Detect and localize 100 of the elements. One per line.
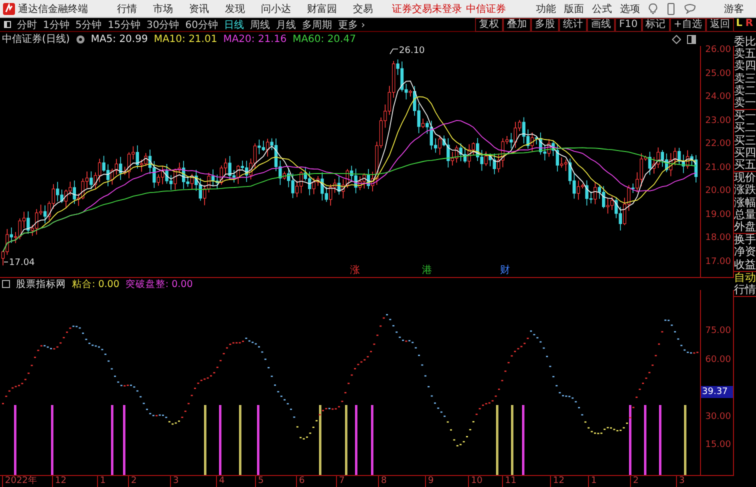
- signal-bar: [644, 405, 646, 475]
- sidebar-tab[interactable]: L: [736, 18, 742, 31]
- signal-bar: [355, 405, 358, 475]
- quote-field-label: 总量: [734, 208, 756, 221]
- event-marker[interactable]: 财: [500, 265, 510, 276]
- quote-field-label: 卖五: [734, 48, 756, 60]
- toolbar-button[interactable]: 统计: [559, 18, 588, 32]
- quote-field-label: 换手: [734, 234, 756, 246]
- date-axis-label: 4: [216, 476, 225, 487]
- quote-field-label: 买五: [734, 159, 756, 172]
- period-tab[interactable]: 1分钟: [43, 18, 70, 32]
- menu-item[interactable]: 发现: [223, 2, 247, 16]
- lightbulb-icon[interactable]: [648, 3, 658, 14]
- signal-bar: [123, 405, 126, 475]
- menu-item[interactable]: 交易: [351, 2, 375, 16]
- quote-field-label: 外盘: [734, 221, 756, 234]
- low-price-label: 17.04: [4, 258, 35, 268]
- toolbar-button[interactable]: 复权: [475, 18, 504, 32]
- date-axis-label: 6: [296, 476, 305, 487]
- menu-item[interactable]: 选项: [620, 2, 640, 16]
- collapse-icon[interactable]: [2, 280, 10, 288]
- quote-field-label: 买四: [734, 146, 756, 159]
- axis-tick-label: 23.00: [705, 116, 731, 126]
- diamond-icon[interactable]: [672, 34, 681, 44]
- signal-bar: [219, 405, 222, 475]
- date-axis-label: 2022年: [2, 476, 37, 487]
- period-tab[interactable]: 15分钟: [108, 18, 140, 32]
- login-status-link[interactable]: 证券交易未登录: [392, 2, 462, 16]
- settings-icon[interactable]: [76, 34, 85, 44]
- high-price-label: 26.10: [390, 46, 425, 56]
- broker-link[interactable]: 中信证券: [466, 2, 506, 16]
- period-tab[interactable]: 60分钟: [185, 18, 218, 32]
- quote-field-label: 卖四: [734, 60, 756, 73]
- quote-field-label: 现价: [734, 172, 756, 184]
- menu-item[interactable]: 公式: [592, 2, 612, 16]
- quote-field-label: 涨幅: [734, 196, 756, 209]
- menu-item[interactable]: 资讯: [187, 2, 211, 16]
- menu-item[interactable]: 行情: [115, 2, 139, 16]
- axis-tick-label: 24.00: [705, 92, 731, 102]
- toolbar-button[interactable]: 画线: [587, 18, 616, 32]
- toolbar-button[interactable]: 返回: [706, 18, 734, 32]
- axis-tick-label: 22.00: [705, 139, 731, 150]
- menu-item[interactable]: 功能: [536, 2, 556, 16]
- phone-icon[interactable]: [667, 2, 675, 14]
- axis-tick-label: 17.00: [705, 257, 731, 268]
- moving-average-label: MA10: 21.01: [154, 34, 218, 44]
- moving-average-label: MA20: 21.16: [223, 34, 287, 44]
- date-axis-label: 10: [468, 476, 482, 487]
- moving-average-label: MA5: 20.99: [90, 34, 148, 44]
- axis-tick-label: 20.00: [705, 186, 731, 196]
- toolbar-button[interactable]: 多股: [531, 18, 560, 32]
- indicator-label: 突破盘整: 0.00: [125, 278, 193, 290]
- menu-item[interactable]: 问小达: [259, 2, 293, 16]
- chat-icon[interactable]: [684, 4, 696, 14]
- toolbar-button[interactable]: F10: [615, 18, 642, 32]
- panel-toggle-icon[interactable]: [687, 34, 696, 44]
- signal-bar: [511, 405, 514, 475]
- toolbar-button[interactable]: +自选: [670, 18, 706, 32]
- app-logo-icon: [3, 2, 15, 14]
- market-label[interactable]: 行情: [734, 284, 756, 296]
- period-tab[interactable]: 日线: [224, 18, 244, 32]
- period-tab[interactable]: 多周期: [302, 18, 332, 32]
- signal-bar: [629, 405, 632, 475]
- moving-average-label: MA60: 20.47: [292, 34, 356, 44]
- period-tab[interactable]: 更多 ›: [338, 18, 366, 32]
- period-tab[interactable]: 周线: [250, 18, 270, 32]
- user-label[interactable]: 游客: [724, 2, 744, 16]
- toolbar-button[interactable]: 标记: [642, 18, 670, 32]
- event-marker[interactable]: 港: [422, 265, 432, 276]
- event-marker[interactable]: 涨: [350, 265, 360, 276]
- period-tab[interactable]: 30分钟: [146, 18, 180, 32]
- axis-tick-label: 60.00: [705, 354, 731, 364]
- signal-bar: [345, 405, 348, 475]
- menu-item[interactable]: 版面: [564, 2, 584, 16]
- menu-item[interactable]: 财富园: [305, 2, 339, 16]
- period-tab[interactable]: 分时: [17, 18, 37, 32]
- period-tab[interactable]: 5分钟: [75, 18, 102, 32]
- date-axis-label: 11: [502, 476, 516, 487]
- quote-field-label: 涨跌: [734, 184, 756, 197]
- quote-field-label: 买三: [734, 134, 756, 147]
- signal-bar: [51, 405, 54, 475]
- signal-bar: [239, 405, 242, 475]
- signal-bar: [659, 405, 662, 475]
- auto-label[interactable]: 自动: [734, 272, 756, 284]
- axis-tick-label: 19.00: [705, 210, 731, 220]
- panel-toggle-icon[interactable]: [4, 21, 11, 28]
- period-tab[interactable]: 月线: [276, 18, 296, 32]
- axis-tick-label: 30.00: [705, 412, 731, 422]
- date-axis-label: 3: [170, 476, 179, 487]
- date-axis-label: 1: [588, 476, 597, 487]
- menu-item[interactable]: 市场: [151, 2, 175, 16]
- quote-field-label: 收益: [734, 258, 756, 271]
- sidebar-tab[interactable]: R: [745, 18, 754, 31]
- quote-field-label: 买一: [734, 110, 756, 122]
- signal-bar: [496, 405, 498, 475]
- signal-bar: [371, 405, 374, 475]
- axis-tick-label: 25.00: [705, 68, 731, 79]
- date-axis-label: 9: [425, 476, 434, 487]
- current-value-label: 39.37: [701, 386, 733, 398]
- toolbar-button[interactable]: 叠加: [503, 18, 532, 32]
